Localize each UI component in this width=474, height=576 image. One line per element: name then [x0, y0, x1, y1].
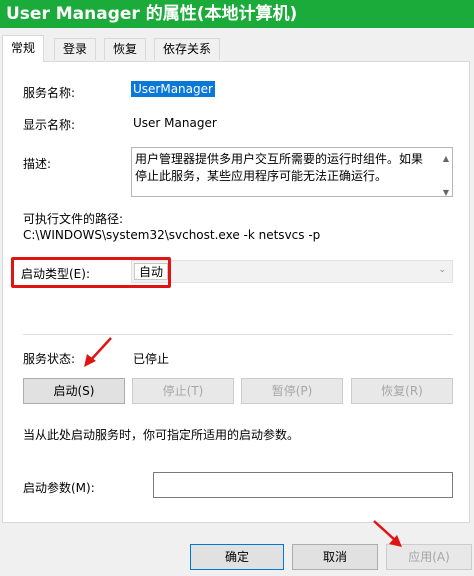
start-params-label: 启动参数(M):: [23, 481, 95, 495]
window-title: User Manager 的属性(本地计算机): [6, 4, 298, 24]
description-scrollbar[interactable]: ▲ ▼: [436, 148, 452, 197]
display-name-value[interactable]: User Manager: [133, 116, 217, 130]
start-button[interactable]: 启动(S): [23, 378, 125, 404]
resume-button[interactable]: 恢复(R): [351, 378, 453, 404]
tab-recovery[interactable]: 恢复: [104, 38, 147, 60]
general-panel: 服务名称: UserManager 显示名称: User Manager 描述:…: [2, 61, 470, 523]
ok-button[interactable]: 确定: [190, 544, 284, 570]
startup-type-select[interactable]: 自动 ⌄: [131, 260, 453, 283]
cancel-button[interactable]: 取消: [292, 544, 378, 570]
tab-logon[interactable]: 登录: [54, 38, 97, 60]
path-value[interactable]: C:\WINDOWS\system32\svchost.exe -k netsv…: [23, 228, 320, 242]
scroll-up-icon[interactable]: ▲: [443, 150, 449, 167]
tab-dependencies[interactable]: 依存关系: [154, 38, 221, 60]
tab-strip: 常规 登录 恢复 依存关系: [0, 28, 474, 62]
tab-general[interactable]: 常规: [2, 35, 45, 62]
scroll-down-icon[interactable]: ▼: [443, 184, 449, 201]
startup-type-value: 自动: [134, 263, 169, 280]
title-bar[interactable]: User Manager 的属性(本地计算机): [0, 0, 474, 28]
annotation-arrow-icon: [84, 337, 112, 367]
stop-button[interactable]: 停止(T): [132, 378, 234, 404]
startup-type-label: 启动类型(E):: [21, 267, 90, 281]
path-label: 可执行文件的路径:: [23, 212, 124, 226]
service-name-text: UserManager: [131, 81, 215, 97]
chevron-down-icon: ⌄: [438, 265, 446, 275]
service-name-label: 服务名称:: [23, 86, 76, 100]
dialog-footer: 确定 取消 应用(A): [0, 520, 474, 576]
description-text: 用户管理器提供多用户交互所需要的运行时组件。如果停止此服务，某些应用程序可能无法…: [135, 152, 424, 183]
description-box[interactable]: 用户管理器提供多用户交互所需要的运行时组件。如果停止此服务，某些应用程序可能无法…: [131, 147, 453, 197]
pause-button[interactable]: 暂停(P): [241, 378, 343, 404]
annotation-arrow-icon: [373, 520, 402, 547]
service-status-label: 服务状态:: [23, 352, 76, 366]
service-status-value: 已停止: [133, 352, 170, 366]
description-label: 描述:: [23, 157, 52, 171]
display-name-label: 显示名称:: [23, 118, 76, 132]
start-params-input[interactable]: [153, 472, 453, 498]
start-params-hint: 当从此处启动服务时，你可指定所适用的启动参数。: [23, 428, 300, 442]
service-name-value[interactable]: UserManager: [131, 81, 215, 97]
